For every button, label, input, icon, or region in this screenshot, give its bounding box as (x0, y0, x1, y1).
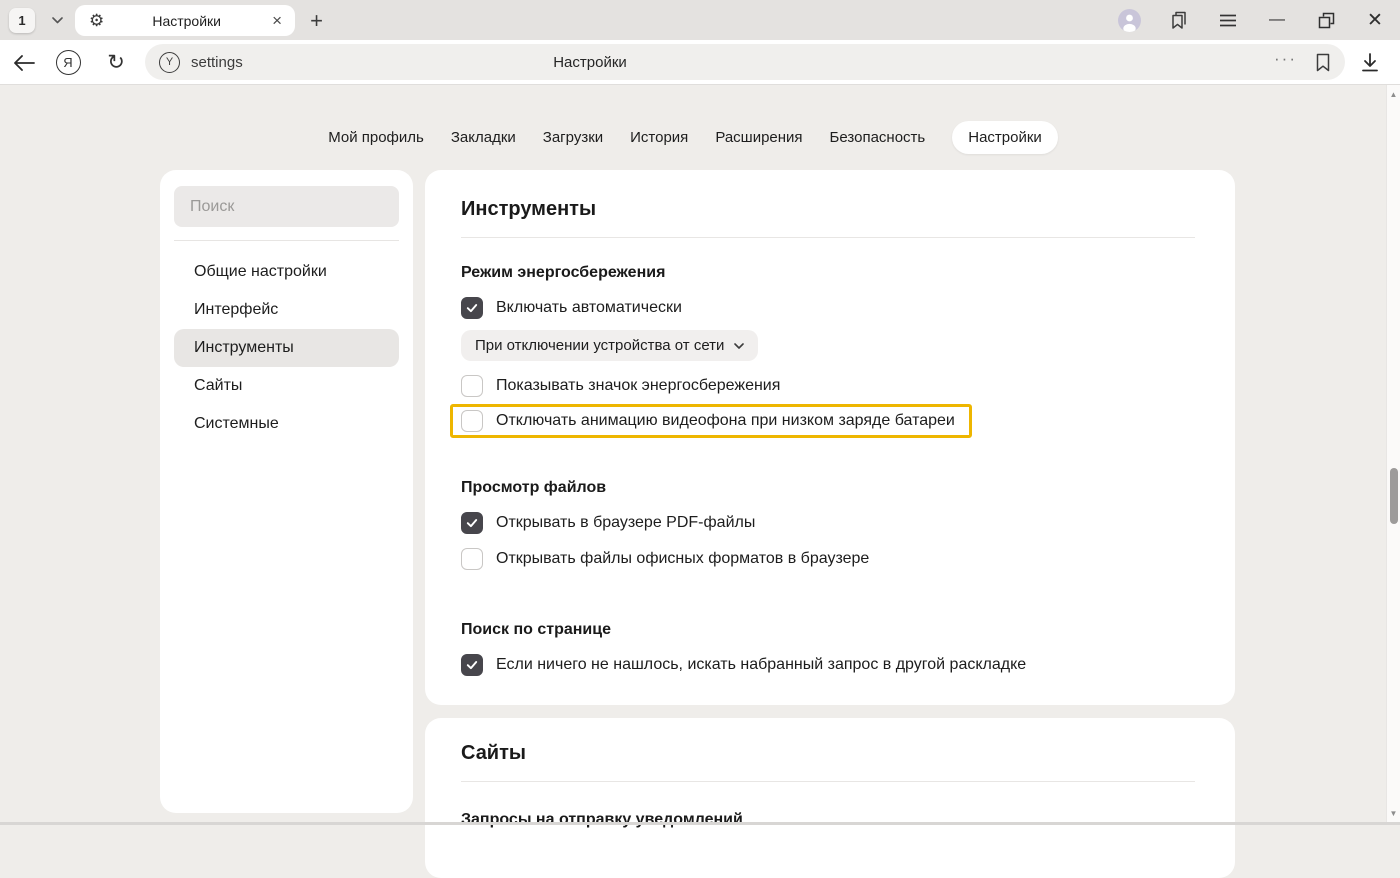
settings-sidebar: Общие настройки Интерфейс Инструменты Са… (160, 170, 413, 813)
gear-icon: ⚙ (89, 12, 104, 29)
restore-window-icon (1318, 12, 1335, 29)
tab-close-icon[interactable]: × (269, 12, 285, 29)
nav-tab-settings[interactable]: Настройки (952, 121, 1058, 154)
new-tab-button[interactable]: + (303, 7, 330, 34)
add-bookmark-button[interactable] (1315, 53, 1331, 72)
section-heading-file-view: Просмотр файлов (461, 478, 1195, 497)
window-minimize-button[interactable]: ― (1266, 9, 1288, 31)
sidebar-item-sites[interactable]: Сайты (174, 367, 399, 405)
sidebar-list: Общие настройки Интерфейс Инструменты Са… (174, 241, 399, 443)
settings-site-icon: Y (159, 52, 180, 73)
page-scrollbar[interactable]: ▲ ▼ (1386, 85, 1400, 822)
highlighted-setting-row-disable-video: Отключать анимацию видеофона при низком … (450, 404, 972, 438)
tab-list-chevron-button[interactable] (44, 8, 70, 33)
auto-enable-checkbox[interactable] (461, 297, 483, 319)
tab-counter-badge[interactable]: 1 (9, 8, 35, 33)
dropdown-selected-value: При отключении устройства от сети (475, 337, 724, 354)
sidebar-item-system[interactable]: Системные (174, 405, 399, 443)
tools-settings-card: Инструменты Режим энергосбережения Включ… (425, 170, 1235, 705)
office-checkbox[interactable] (461, 548, 483, 570)
scroll-down-arrow-icon[interactable]: ▼ (1387, 809, 1400, 818)
sites-settings-card: Сайты Запросы на отправку уведомлений (425, 718, 1235, 878)
setting-row-office: Открывать файлы офисных форматов в брауз… (461, 547, 1195, 570)
nav-tab-extensions[interactable]: Расширения (715, 129, 802, 146)
setting-row-pdf: Открывать в браузере PDF-файлы (461, 511, 1195, 534)
disable-video-checkbox[interactable] (461, 410, 483, 432)
refresh-button[interactable]: ↻ (100, 40, 132, 85)
card-title-tools: Инструменты (461, 198, 1195, 220)
downloads-button[interactable] (1354, 40, 1386, 85)
section-heading-page-search: Поиск по странице (461, 620, 1195, 639)
search-input[interactable] (174, 186, 399, 227)
sidebar-item-interface[interactable]: Интерфейс (174, 291, 399, 329)
nav-tab-security[interactable]: Безопасность (830, 129, 926, 146)
download-icon (1361, 53, 1379, 72)
yandex-logo-icon: Я (56, 50, 81, 75)
more-actions-icon[interactable]: ··· (1274, 59, 1297, 65)
disable-video-label: Отключать анимацию видеофона при низком … (496, 412, 955, 430)
section-heading-energy: Режим энергосбережения (461, 263, 1195, 282)
address-toolbar: Я ↻ Y settings Настройки ··· (0, 40, 1400, 85)
auto-enable-label: Включать автоматически (496, 296, 682, 319)
nav-tab-history[interactable]: История (630, 129, 688, 146)
nav-tab-downloads[interactable]: Загрузки (543, 129, 603, 146)
card-divider (461, 781, 1195, 782)
layout-search-label: Если ничего не нашлось, искать набранный… (496, 653, 1026, 676)
settings-page-nav: Мой профиль Закладки Загрузки История Ра… (0, 121, 1386, 153)
profile-avatar[interactable] (1118, 9, 1141, 32)
card-title-sites: Сайты (461, 742, 1195, 764)
window-close-button[interactable]: ✕ (1364, 9, 1386, 31)
bookmark-flag-icon (1315, 53, 1331, 72)
browser-tab-settings[interactable]: ⚙ Настройки × (75, 5, 295, 36)
back-button[interactable] (8, 40, 40, 85)
person-icon (1118, 9, 1141, 32)
pdf-label: Открывать в браузере PDF-файлы (496, 511, 755, 534)
scrollbar-thumb[interactable] (1390, 468, 1398, 524)
checkmark-icon (465, 301, 479, 315)
show-icon-label: Показывать значок энергосбережения (496, 374, 780, 397)
tab-strip: 1 ⚙ Настройки × + (0, 0, 1400, 40)
arrow-left-icon (13, 55, 35, 71)
energy-trigger-dropdown[interactable]: При отключении устройства от сети (461, 330, 758, 361)
scroll-up-arrow-icon[interactable]: ▲ (1387, 90, 1400, 99)
setting-row-show-icon: Показывать значок энергосбережения (461, 374, 1195, 397)
window-restore-button[interactable] (1315, 9, 1337, 31)
nav-tab-bookmarks[interactable]: Закладки (451, 129, 516, 146)
address-bar[interactable]: Y settings Настройки ··· (145, 44, 1345, 80)
checkmark-icon (465, 658, 479, 672)
chevron-down-icon (52, 17, 63, 24)
show-icon-checkbox[interactable] (461, 375, 483, 397)
sidebar-item-tools[interactable]: Инструменты (174, 329, 399, 367)
bookmarks-icon (1169, 11, 1189, 30)
address-bar-page-title: Настройки (525, 54, 655, 71)
chevron-down-icon (734, 343, 744, 349)
setting-row-auto-enable: Включать автоматически (461, 296, 1195, 319)
nav-tab-profile[interactable]: Мой профиль (328, 129, 424, 146)
sidebar-item-general[interactable]: Общие настройки (174, 253, 399, 291)
office-label: Открывать файлы офисных форматов в брауз… (496, 547, 869, 570)
setting-row-layout-search: Если ничего не нашлось, искать набранный… (461, 653, 1195, 676)
url-text: settings (191, 54, 243, 71)
layout-search-checkbox[interactable] (461, 654, 483, 676)
yandex-home-button[interactable]: Я (52, 40, 84, 85)
pdf-checkbox[interactable] (461, 512, 483, 534)
browser-menu-button[interactable] (1217, 9, 1239, 31)
checkmark-icon (465, 516, 479, 530)
bookmarks-panel-button[interactable] (1168, 9, 1190, 31)
card-divider (461, 237, 1195, 238)
tab-title: Настройки (104, 13, 269, 29)
section-heading-notifications: Запросы на отправку уведомлений (461, 810, 1195, 829)
hamburger-menu-icon (1219, 14, 1237, 27)
